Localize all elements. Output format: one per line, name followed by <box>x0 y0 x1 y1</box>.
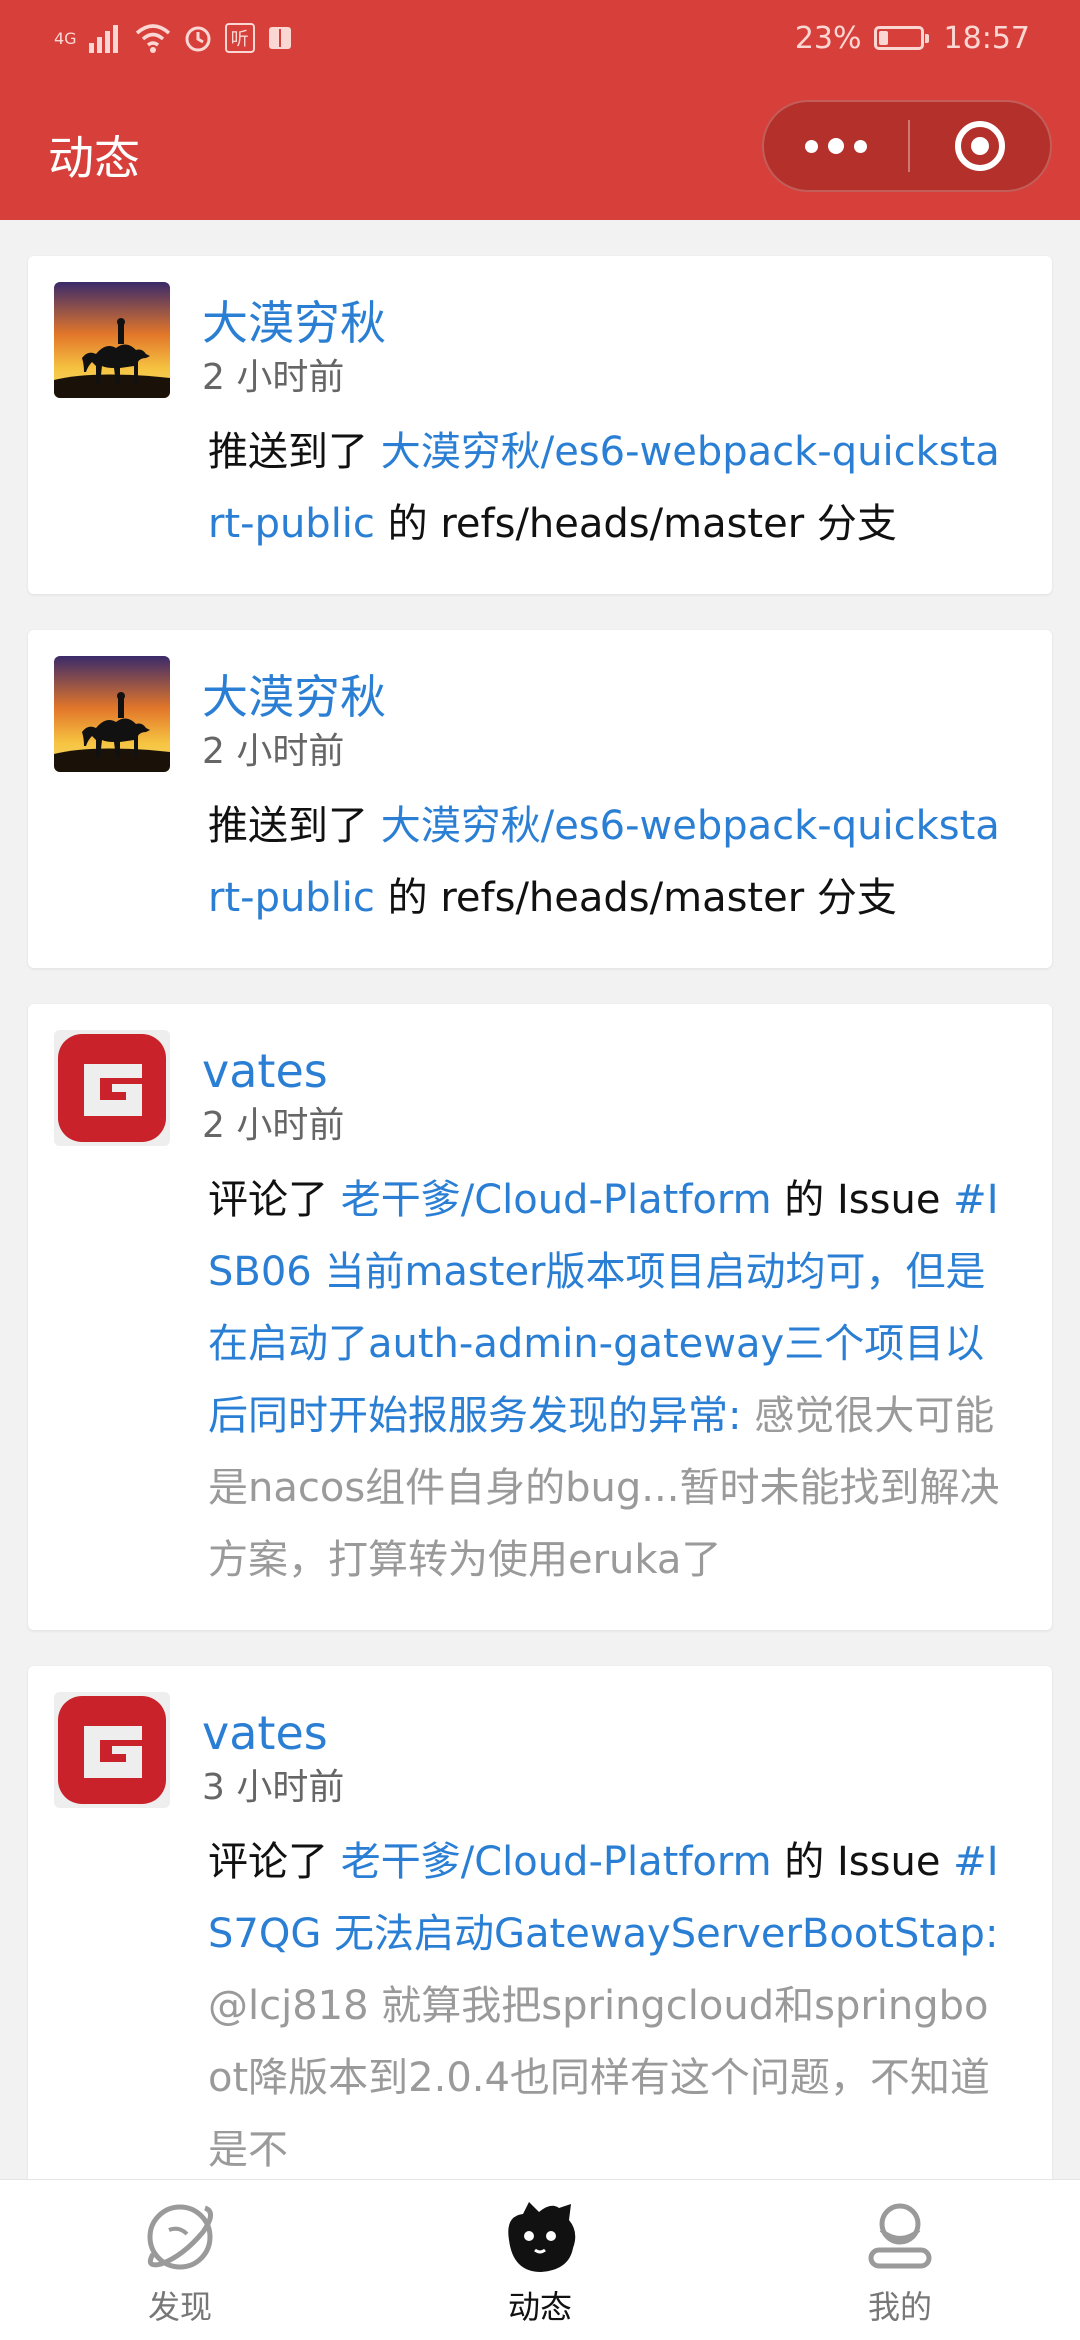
status-bar: 4G 听 23% 18:57 <box>0 0 1080 76</box>
more-dots-icon <box>805 139 818 153</box>
branch-text: 的 refs/heads/master 分支 <box>374 875 897 921</box>
tab-profile[interactable]: 我的 <box>720 2180 1080 2340</box>
action-text: 推送到了 <box>208 803 381 849</box>
username-link[interactable]: vates <box>202 1040 1012 1102</box>
gitee-logo-icon <box>54 1030 170 1146</box>
book-icon <box>268 27 291 49</box>
username-link[interactable]: 大漠穷秋 <box>202 666 1012 728</box>
mini-program-capsule <box>762 100 1052 192</box>
tab-activity[interactable]: 动态 <box>360 2180 720 2340</box>
repo-link[interactable]: 老干爹/Cloud-Platform <box>341 1839 772 1885</box>
timestamp: 2 小时前 <box>202 731 345 772</box>
avatar[interactable] <box>54 656 170 772</box>
action-text: 推送到了 <box>208 429 381 475</box>
wifi-icon <box>135 24 170 53</box>
feed-card[interactable]: vates 2 小时前 评论了 老干爹/Cloud-Platform 的 Iss… <box>28 1004 1052 1630</box>
app-badge-icon: 听 <box>224 23 255 53</box>
alarm-icon <box>185 26 211 52</box>
feed-card[interactable]: 大漠穷秋 2 小时前 推送到了 大漠穷秋/es6-webpack-quickst… <box>28 630 1052 968</box>
page-title: 动态 <box>48 131 140 185</box>
timestamp: 2 小时前 <box>202 1105 345 1146</box>
tab-label: 动态 <box>507 2288 572 2326</box>
status-icons-left: 4G 听 <box>54 14 293 62</box>
activity-text: 推送到了 大漠穷秋/es6-webpack-quickstart-public … <box>208 416 1012 560</box>
status-icons-right: 23% 18:57 <box>795 14 1030 62</box>
comment-text: @lcj818 就算我把springcloud和springboot降版本到2.… <box>208 1983 990 2173</box>
battery-icon <box>873 26 929 50</box>
issue-connector: 的 Issue <box>771 1839 954 1885</box>
more-button[interactable] <box>764 102 908 190</box>
feed-card[interactable]: 大漠穷秋 2 小时前 推送到了 大漠穷秋/es6-webpack-quickst… <box>28 256 1052 594</box>
activity-feed: 大漠穷秋 2 小时前 推送到了 大漠穷秋/es6-webpack-quickst… <box>28 256 1052 2256</box>
feed-card[interactable]: vates 3 小时前 评论了 老干爹/Cloud-Platform 的 Iss… <box>28 1666 1052 2220</box>
avatar[interactable] <box>54 1692 170 1808</box>
action-text: 评论了 <box>208 1839 341 1885</box>
person-icon <box>859 2196 941 2278</box>
repo-link[interactable]: 老干爹/Cloud-Platform <box>341 1177 772 1223</box>
close-button[interactable] <box>910 102 1050 190</box>
clock: 18:57 <box>943 20 1030 56</box>
avatar[interactable] <box>54 1030 170 1146</box>
activity-text: 推送到了 大漠穷秋/es6-webpack-quickstart-public … <box>208 790 1012 934</box>
tab-label: 发现 <box>147 2288 212 2326</box>
timestamp: 2 小时前 <box>202 357 345 398</box>
camel-sunset-avatar <box>54 282 170 398</box>
activity-text: 评论了 老干爹/Cloud-Platform 的 Issue #IS7QG 无法… <box>208 1826 1012 2186</box>
timestamp: 3 小时前 <box>202 1767 345 1808</box>
more-dot-center <box>828 138 844 154</box>
action-text: 评论了 <box>208 1177 341 1223</box>
app-header: 动态 <box>0 76 1080 220</box>
battery-percent: 23% <box>794 20 862 56</box>
planet-icon <box>139 2196 221 2278</box>
tab-discover[interactable]: 发现 <box>0 2180 360 2340</box>
more-dot-right <box>854 139 867 153</box>
username-link[interactable]: 大漠穷秋 <box>202 292 1012 354</box>
signal-icon <box>88 25 118 53</box>
camel-sunset-avatar <box>54 656 170 772</box>
tab-label: 我的 <box>867 2288 932 2326</box>
activity-text: 评论了 老干爹/Cloud-Platform 的 Issue #ISB06 当前… <box>208 1164 1012 1596</box>
network-type: 4G <box>54 28 77 48</box>
cat-face-icon <box>499 2196 581 2278</box>
issue-connector: 的 Issue <box>771 1177 954 1223</box>
avatar[interactable] <box>54 282 170 398</box>
username-link[interactable]: vates <box>202 1702 1012 1764</box>
target-icon <box>955 121 1005 171</box>
branch-text: 的 refs/heads/master 分支 <box>374 501 897 547</box>
bottom-tab-bar: 发现 动态 我的 <box>0 2179 1080 2340</box>
gitee-logo-icon <box>54 1692 170 1808</box>
